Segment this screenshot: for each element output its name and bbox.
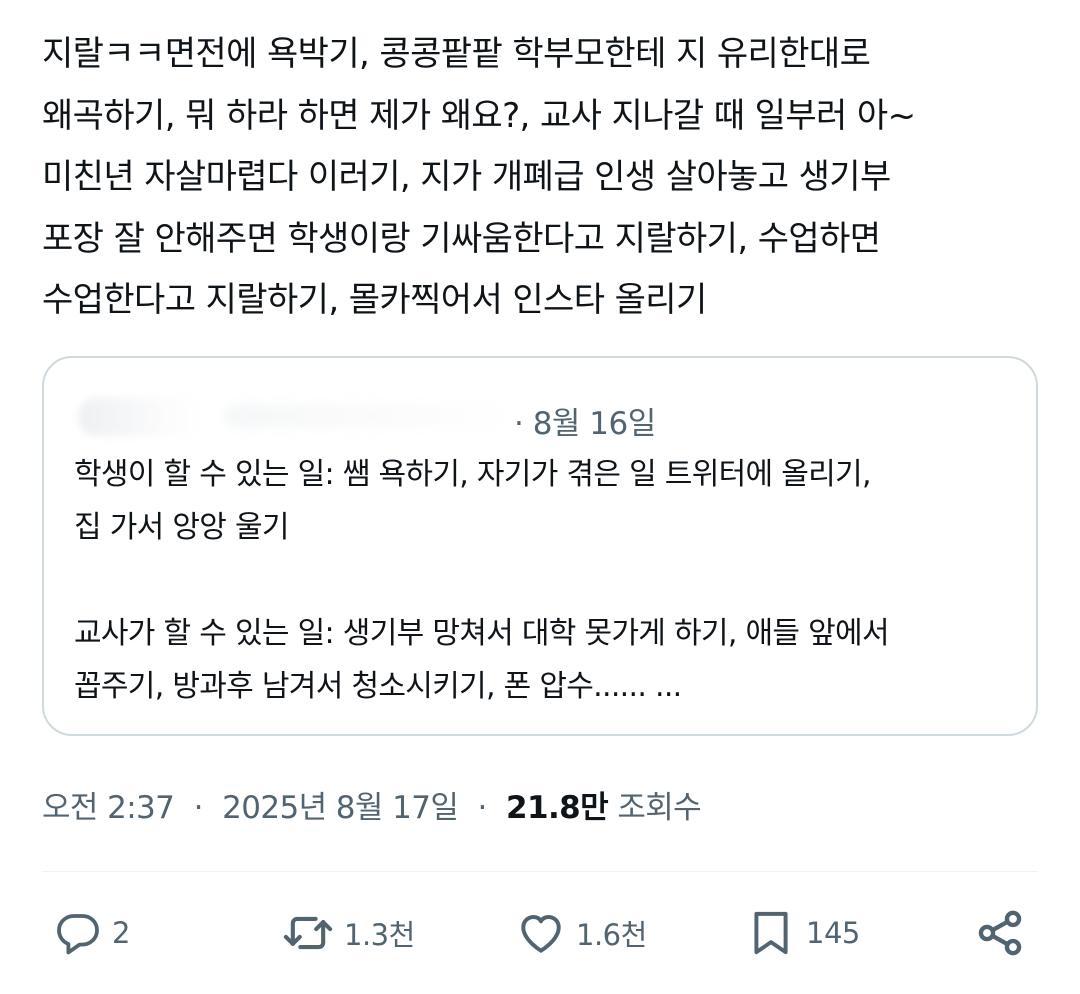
bookmark-button[interactable]: 145 <box>746 900 860 966</box>
blurred-avatar <box>78 398 208 436</box>
reply-button[interactable]: 2 <box>54 900 130 966</box>
blurred-author-name <box>224 404 504 428</box>
share-icon <box>974 907 1026 959</box>
action-bar: 2 1.3천 1.6천 145 <box>42 900 1038 966</box>
retweet-icon <box>282 907 334 959</box>
quoted-tweet-header: · 8월 16일 <box>74 394 1014 444</box>
share-button[interactable] <box>974 900 1026 966</box>
tweet-text: 지랄ㅋㅋ면전에 욕박기, 콩콩팥팥 학부모한테 지 유리한대로 왜곡하기, 뭐 … <box>42 34 916 320</box>
reply-count: 2 <box>112 916 130 950</box>
views-label: 조회수 <box>617 790 702 826</box>
bookmark-icon <box>746 908 796 958</box>
tweet-meta: 오전 2:37 · 2025년 8월 17일 · 21.8만 조회수 <box>42 782 702 827</box>
tweet-date[interactable]: 2025년 8월 17일 <box>222 790 459 826</box>
meta-separator: · <box>193 790 204 826</box>
like-button[interactable]: 1.6천 <box>516 900 647 966</box>
quoted-tweet-text: 학생이 할 수 있는 일: 쌤 욕하기, 자기가 겪은 일 트위터에 올리기, … <box>74 457 890 704</box>
like-count: 1.6천 <box>576 918 647 952</box>
retweet-button[interactable]: 1.3천 <box>282 900 415 966</box>
meta-separator: · <box>477 790 488 826</box>
retweet-count: 1.3천 <box>344 918 415 952</box>
bookmark-count: 145 <box>806 916 860 950</box>
reply-icon <box>54 909 102 957</box>
heart-icon <box>516 908 566 958</box>
quoted-tweet-date[interactable]: · 8월 16일 <box>514 398 656 443</box>
tweet-time[interactable]: 오전 2:37 <box>42 790 175 826</box>
views-count[interactable]: 21.8만 <box>506 790 609 826</box>
divider <box>42 871 1038 872</box>
quoted-tweet-card[interactable]: · 8월 16일 학생이 할 수 있는 일: 쌤 욕하기, 자기가 겪은 일 트… <box>42 356 1038 736</box>
